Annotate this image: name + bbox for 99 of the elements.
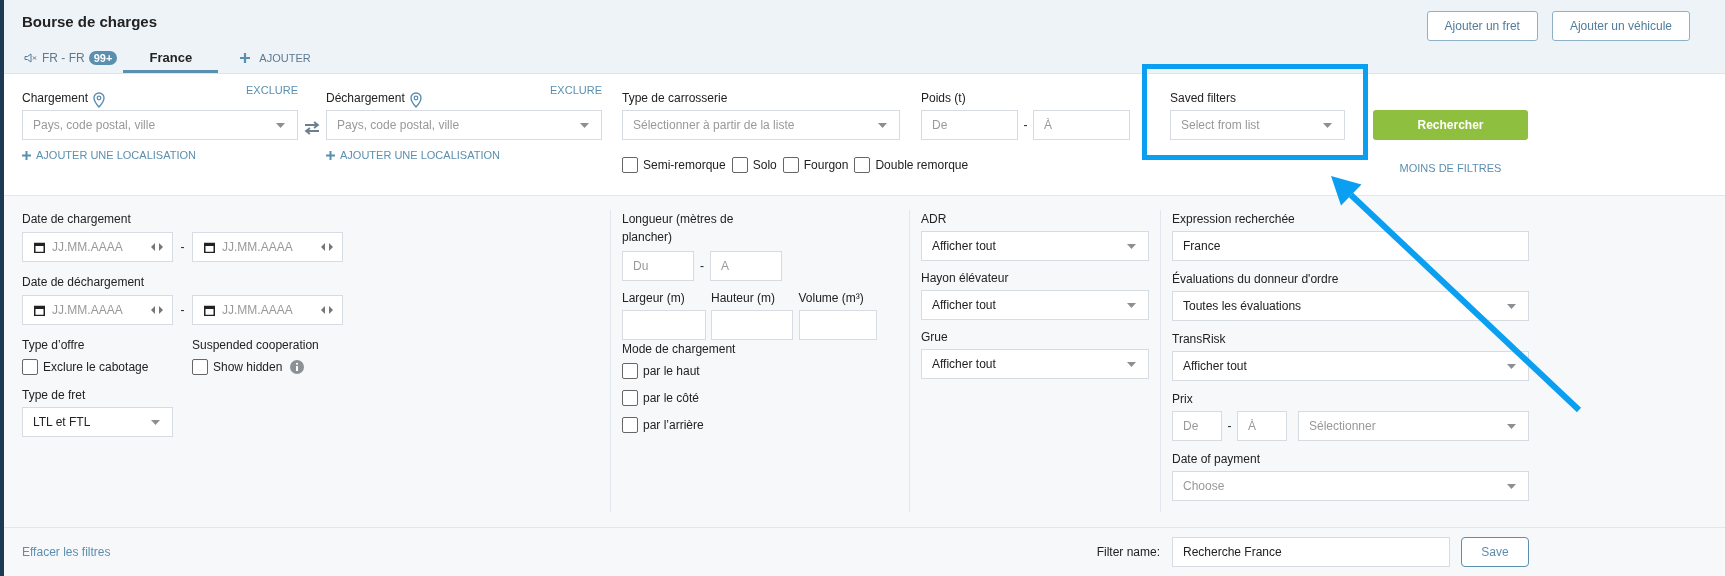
plus-icon bbox=[240, 52, 251, 63]
field-label: ADR bbox=[921, 211, 948, 228]
field-label: TransRisk bbox=[1172, 331, 1227, 348]
number-field[interactable]: De bbox=[921, 110, 1018, 140]
field-label: Mode de chargement bbox=[622, 341, 737, 358]
exclude-link[interactable]: EXCLURE bbox=[550, 84, 602, 96]
caret-icon bbox=[1507, 363, 1516, 369]
field-label: Évaluations du donneur d'ordre bbox=[1172, 270, 1340, 288]
field-label: Saved filters bbox=[1170, 90, 1238, 107]
page-title: Bourse de charges bbox=[22, 13, 158, 31]
checkbox-option[interactable]: Solo bbox=[731, 156, 777, 174]
field-label: Chargement bbox=[22, 90, 89, 107]
field-label: Poids (t) bbox=[921, 90, 967, 107]
field-label: Type de carrosserie bbox=[622, 90, 729, 107]
number-field[interactable]: A bbox=[710, 251, 782, 281]
dropdown[interactable]: Afficher tout bbox=[1172, 351, 1529, 381]
field-label: Largeur (m) bbox=[622, 290, 686, 307]
less-filters-link[interactable]: MOINS DE FILTRES bbox=[1399, 162, 1502, 174]
range-dash: - bbox=[179, 240, 186, 254]
stepper-arrows-icon bbox=[151, 243, 163, 251]
range-dash: - bbox=[1022, 118, 1029, 132]
caret-icon bbox=[878, 122, 887, 128]
field-label: Date de déchargement bbox=[22, 274, 146, 291]
calendar-icon bbox=[34, 305, 45, 316]
number-field[interactable] bbox=[622, 310, 706, 340]
calendar-icon bbox=[34, 242, 45, 253]
stepper-arrows-icon bbox=[321, 306, 333, 314]
checkbox-option[interactable]: par l’arrière bbox=[622, 416, 704, 434]
dropdown[interactable]: Toutes les évaluations bbox=[1172, 291, 1529, 321]
date-field[interactable]: JJ.MM.AAAA bbox=[192, 232, 343, 262]
exclude-link[interactable]: EXCLURE bbox=[246, 84, 298, 96]
caret-icon bbox=[1507, 483, 1516, 489]
stepper-arrows-icon bbox=[321, 243, 333, 251]
plus-icon bbox=[326, 150, 335, 160]
add-location-link[interactable]: AJOUTER UNE LOCALISATION bbox=[22, 149, 196, 161]
text-field[interactable]: France bbox=[1172, 231, 1529, 261]
field-label: Prix bbox=[1172, 391, 1194, 408]
checkbox-option[interactable]: Fourgon bbox=[782, 156, 849, 174]
number-field[interactable] bbox=[711, 310, 793, 340]
checkbox-option[interactable]: Semi-remorque bbox=[622, 156, 726, 174]
field-label: Déchargement bbox=[326, 90, 405, 107]
date-field[interactable]: JJ.MM.AAAA bbox=[22, 232, 173, 262]
checkbox-option[interactable]: par le côté bbox=[622, 389, 700, 407]
field-label: Hayon élévateur bbox=[921, 270, 1010, 287]
field-label: Expression recherchée bbox=[1172, 211, 1296, 228]
caret-icon bbox=[1507, 423, 1516, 429]
caret-icon bbox=[1127, 302, 1136, 308]
calendar-icon bbox=[204, 305, 215, 316]
tab[interactable]: AJOUTER bbox=[234, 45, 317, 73]
range-dash: - bbox=[179, 303, 186, 317]
caret-icon bbox=[580, 122, 589, 128]
info-icon bbox=[290, 360, 305, 374]
range-dash: - bbox=[1226, 419, 1233, 433]
field-label: Grue bbox=[921, 329, 949, 346]
number-field[interactable]: Du bbox=[622, 251, 694, 281]
save-button[interactable]: Save bbox=[1461, 537, 1529, 567]
calendar-icon bbox=[204, 242, 215, 253]
dropdown[interactable]: Afficher tout bbox=[921, 349, 1149, 379]
number-field[interactable] bbox=[798, 310, 877, 340]
checkbox-option[interactable]: Double remorque bbox=[854, 156, 969, 174]
caret-icon bbox=[1323, 122, 1332, 128]
stepper-arrows-icon bbox=[151, 306, 163, 314]
date-field[interactable]: JJ.MM.AAAA bbox=[192, 295, 343, 325]
field-label: Type de fret bbox=[22, 387, 87, 404]
date-field[interactable]: JJ.MM.AAAA bbox=[22, 295, 173, 325]
range-dash: - bbox=[699, 259, 705, 273]
dropdown[interactable]: Afficher tout bbox=[921, 290, 1149, 320]
outline-button[interactable]: Ajouter un fret bbox=[1426, 10, 1538, 41]
number-field[interactable]: À bbox=[1237, 411, 1287, 441]
location-pin-icon bbox=[409, 91, 422, 108]
add-location-link[interactable]: AJOUTER UNE LOCALISATION bbox=[326, 149, 500, 161]
caret-icon bbox=[276, 122, 285, 128]
checkbox-option[interactable]: Show hidden bbox=[192, 358, 283, 376]
caret-icon bbox=[1127, 243, 1136, 249]
dropdown[interactable]: Afficher tout bbox=[921, 231, 1149, 261]
field-label: Suspended cooperation bbox=[192, 337, 319, 354]
checkbox-option[interactable]: Exclure le cabotage bbox=[22, 358, 149, 376]
field-label: Volume (m³) bbox=[798, 290, 865, 307]
swap-arrows-icon bbox=[304, 121, 320, 135]
field-label: Type d’offre bbox=[22, 337, 86, 354]
field-label: Hauteur (m) bbox=[711, 290, 776, 307]
checkbox-option[interactable]: par le haut bbox=[622, 362, 700, 380]
outline-button[interactable]: Ajouter un véhicule bbox=[1551, 10, 1690, 41]
field-label: Date of payment bbox=[1172, 451, 1262, 468]
number-field[interactable]: À bbox=[1033, 110, 1130, 140]
dropdown[interactable]: LTL et FTL bbox=[22, 407, 173, 437]
plus-icon bbox=[22, 150, 31, 160]
field-label: Filter name: bbox=[1096, 545, 1160, 559]
count-badge: 99+ bbox=[88, 50, 118, 65]
location-pin-icon bbox=[93, 91, 106, 108]
field-label: Longueur (mètres de plancher) bbox=[622, 211, 735, 246]
number-field[interactable]: De bbox=[1172, 411, 1222, 441]
caret-icon bbox=[151, 419, 160, 425]
caret-icon bbox=[1507, 303, 1516, 309]
field-label: Date de chargement bbox=[22, 211, 132, 228]
tab[interactable]: FR - FR 99+ bbox=[18, 45, 124, 73]
filter-name-field[interactable]: Recherche France bbox=[1172, 537, 1450, 567]
muted-speaker-icon bbox=[24, 52, 38, 63]
caret-icon bbox=[1127, 361, 1136, 367]
